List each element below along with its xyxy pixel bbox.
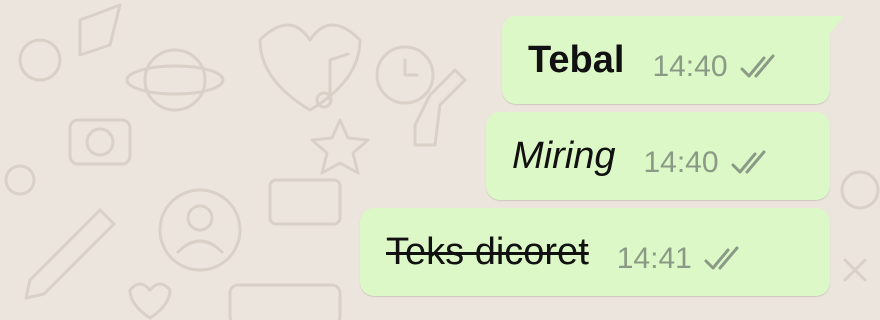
star-icon (310, 118, 370, 175)
ticket-icon (268, 178, 342, 226)
planet-icon (143, 48, 207, 112)
read-double-check-icon (731, 150, 766, 174)
message-meta: 14:41 (617, 242, 746, 276)
message-bubble-outgoing[interactable]: Tebal 14:40 (502, 16, 844, 104)
rocket-icon (78, 3, 122, 57)
message-text: Miring (512, 135, 616, 177)
bubble-tail-icon (820, 16, 844, 36)
heart-small-icon (128, 282, 172, 320)
heart-icon (258, 23, 362, 112)
message-timestamp: 14:41 (616, 242, 692, 275)
message-meta: 14:40 (652, 50, 781, 84)
message-bubble-outgoing[interactable]: Miring 14:40 (486, 112, 830, 200)
message-timestamp: 14:40 (643, 146, 719, 179)
message-timestamp: 14:40 (652, 50, 728, 83)
camera-icon (68, 118, 132, 166)
read-double-check-icon (704, 246, 739, 270)
bottle-icon (413, 68, 467, 147)
message-bubble-outgoing[interactable]: Teks dicoret 14:41 (360, 208, 830, 296)
message-text: Teks dicoret (386, 231, 589, 273)
card-icon (228, 283, 342, 320)
pencil-icon (24, 208, 116, 300)
message-text: Tebal (528, 39, 625, 81)
read-double-check-icon (740, 54, 775, 78)
message-meta: 14:40 (643, 146, 772, 180)
